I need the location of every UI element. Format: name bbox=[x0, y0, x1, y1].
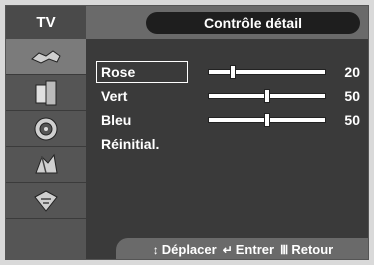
setting-value: 20 bbox=[344, 64, 360, 80]
tv-label: TV bbox=[6, 6, 86, 39]
enter-icon: ↵ bbox=[222, 242, 233, 257]
slider-thumb[interactable] bbox=[264, 89, 270, 103]
settings-panel: Rose 20 Vert 50 Bleu 50 Réinitial. bbox=[86, 39, 368, 237]
setting-row-bleu[interactable]: Bleu 50 bbox=[96, 109, 366, 131]
slider-thumb[interactable] bbox=[230, 65, 236, 79]
setting-label: Bleu bbox=[101, 112, 132, 128]
enter-hint: ↵ Entrer bbox=[223, 242, 274, 257]
return-label: Retour bbox=[291, 242, 334, 257]
sound-icon bbox=[35, 80, 57, 105]
sidebar-item-speaker[interactable] bbox=[6, 111, 86, 147]
sidebar-item-picture[interactable] bbox=[6, 39, 86, 75]
picture-icon bbox=[31, 49, 61, 64]
tv-osd-screen: TV Contrôle détail Rose 20 Vert 50 Bleu … bbox=[5, 5, 369, 260]
slider-thumb[interactable] bbox=[264, 113, 270, 127]
input-icon bbox=[34, 189, 58, 212]
setting-label: Rose bbox=[101, 64, 136, 80]
sidebar-item-sound[interactable] bbox=[6, 75, 86, 111]
setup-icon bbox=[35, 153, 58, 173]
move-hint: ↕ Déplacer bbox=[153, 242, 217, 257]
setting-label: Vert bbox=[101, 88, 128, 104]
menu-icon: Ⅲ bbox=[280, 242, 289, 257]
setting-value: 50 bbox=[344, 88, 360, 104]
setting-value: 50 bbox=[344, 112, 360, 128]
setting-row-vert[interactable]: Vert 50 bbox=[96, 85, 366, 107]
footer-hints: ↕ Déplacer ↵ Entrer Ⅲ Retour bbox=[116, 238, 368, 259]
menu-title: Contrôle détail bbox=[146, 12, 360, 34]
enter-label: Entrer bbox=[235, 242, 275, 257]
sidebar bbox=[6, 39, 86, 259]
header-bar: TV Contrôle détail bbox=[6, 6, 368, 39]
move-label: Déplacer bbox=[161, 242, 217, 257]
bleu-slider[interactable] bbox=[208, 113, 326, 127]
slider-track bbox=[208, 69, 326, 75]
sidebar-item-input[interactable] bbox=[6, 183, 86, 219]
setting-row-reset[interactable]: Réinitial. bbox=[96, 133, 366, 155]
speaker-icon bbox=[34, 117, 58, 140]
updown-arrow-icon: ↕ bbox=[152, 242, 159, 257]
vert-slider[interactable] bbox=[208, 89, 326, 103]
rose-slider[interactable] bbox=[208, 65, 326, 79]
sidebar-item-setup[interactable] bbox=[6, 147, 86, 183]
setting-row-rose[interactable]: Rose 20 bbox=[96, 61, 366, 83]
reset-label: Réinitial. bbox=[101, 136, 160, 152]
return-hint: Ⅲ Retour bbox=[280, 242, 333, 257]
